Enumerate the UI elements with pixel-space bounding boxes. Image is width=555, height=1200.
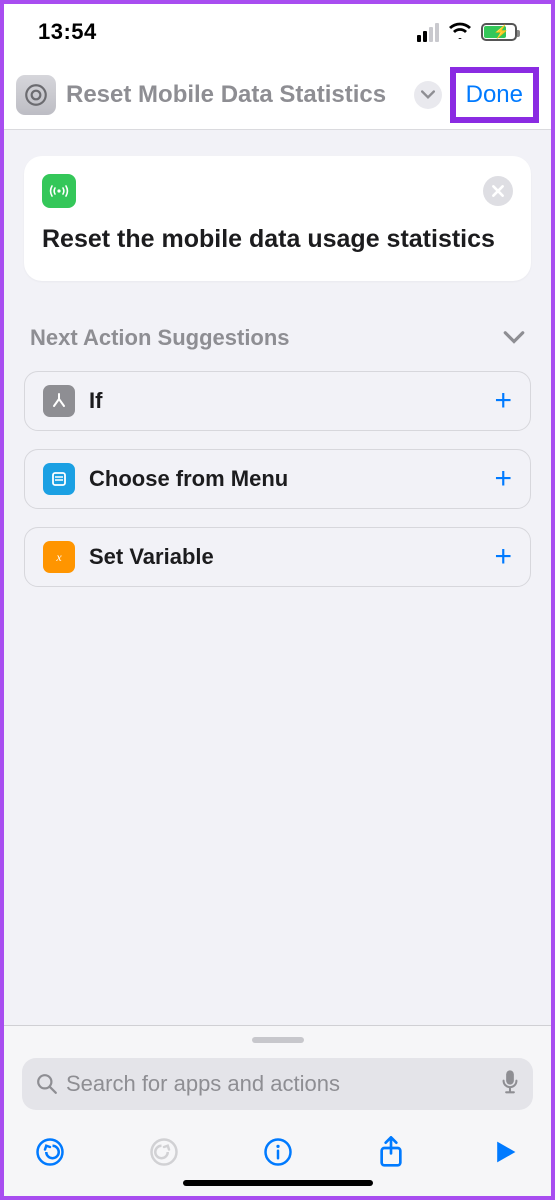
delete-action-button[interactable] (483, 176, 513, 206)
run-button[interactable] (487, 1134, 523, 1170)
suggestion-if[interactable]: If + (24, 371, 531, 431)
suggestions-list: If + Choose from Menu + x Set Variable + (24, 371, 531, 587)
suggestion-label: If (89, 388, 102, 414)
variable-icon: x (43, 541, 75, 573)
redo-button[interactable] (146, 1134, 182, 1170)
search-placeholder: Search for apps and actions (66, 1071, 340, 1097)
info-button[interactable] (260, 1134, 296, 1170)
battery-icon: ⚡ (481, 23, 517, 41)
suggestion-set-variable[interactable]: x Set Variable + (24, 527, 531, 587)
add-icon: + (494, 384, 512, 418)
nav-bar: Reset Mobile Data Statistics Done (4, 60, 551, 130)
info-icon (263, 1137, 293, 1167)
done-button[interactable]: Done (450, 67, 539, 123)
add-icon: + (494, 540, 512, 574)
microphone-icon (501, 1069, 519, 1095)
share-button[interactable] (373, 1134, 409, 1170)
action-text: Reset the mobile data usage statistics (42, 220, 495, 259)
play-icon (492, 1139, 518, 1165)
redo-icon (149, 1137, 179, 1167)
wifi-icon (448, 21, 472, 44)
search-input[interactable]: Search for apps and actions (22, 1058, 533, 1110)
svg-text:x: x (55, 550, 62, 564)
undo-button[interactable] (32, 1134, 68, 1170)
suggestion-label: Set Variable (89, 544, 214, 570)
options-dropdown-button[interactable] (414, 81, 442, 109)
nav-title: Reset Mobile Data Statistics (66, 81, 414, 109)
branch-icon (43, 385, 75, 417)
suggestion-choose-from-menu[interactable]: Choose from Menu + (24, 449, 531, 509)
suggestions-header[interactable]: Next Action Suggestions (24, 325, 531, 351)
cellular-signal-icon (417, 23, 439, 42)
suggestions-title: Next Action Suggestions (30, 325, 290, 351)
search-icon (36, 1073, 58, 1095)
drag-handle[interactable] (4, 1026, 551, 1054)
settings-app-icon (16, 75, 56, 115)
chevron-down-icon (503, 331, 525, 345)
action-card[interactable]: Reset the mobile data usage statistics (24, 156, 531, 281)
cellular-icon (42, 174, 76, 208)
undo-icon (35, 1137, 65, 1167)
status-right: ⚡ (417, 21, 517, 44)
close-icon (491, 184, 505, 198)
dictation-button[interactable] (501, 1069, 519, 1100)
menu-icon (43, 463, 75, 495)
content-area: Reset the mobile data usage statistics N… (4, 130, 551, 613)
home-indicator[interactable] (183, 1180, 373, 1186)
status-bar: 13:54 ⚡ (4, 4, 551, 60)
chevron-down-icon (421, 88, 435, 102)
share-icon (377, 1136, 405, 1168)
bottom-panel: Search for apps and actions (4, 1025, 551, 1196)
add-icon: + (494, 462, 512, 496)
suggestion-label: Choose from Menu (89, 466, 288, 492)
status-time: 13:54 (38, 19, 97, 45)
